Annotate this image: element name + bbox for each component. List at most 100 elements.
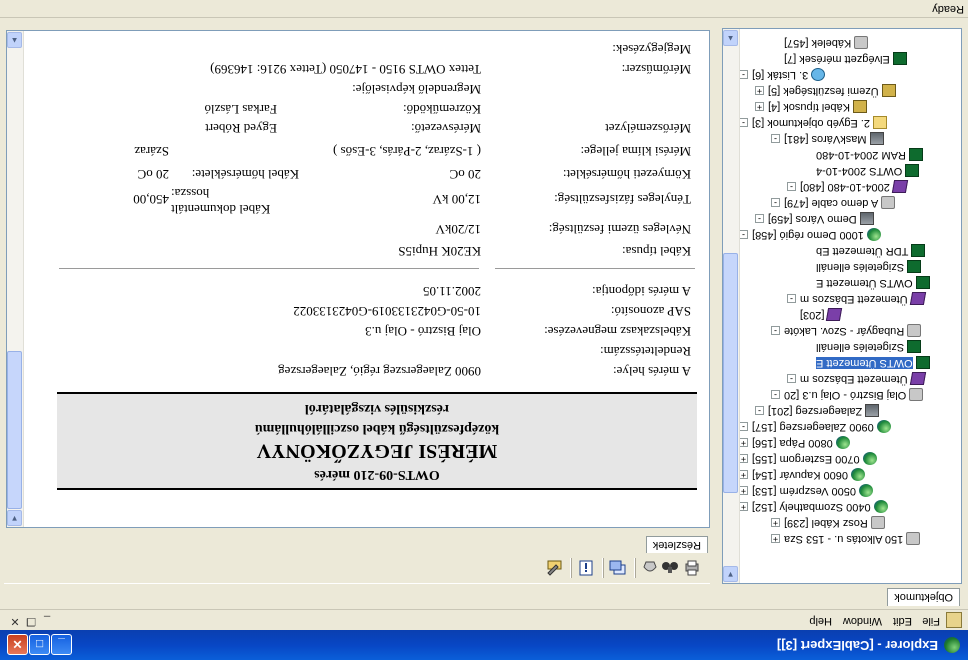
- measurement-id: OWTS-09-210 mérés: [314, 467, 440, 482]
- title-bar[interactable]: Explorer - [CablExpert [3]] _ □ ✕: [0, 630, 968, 660]
- doc-scroll-thumb[interactable]: [7, 351, 22, 509]
- menu-window[interactable]: Window: [843, 615, 882, 627]
- expand-icon[interactable]: +: [755, 86, 764, 96]
- collapse-icon[interactable]: -: [771, 390, 780, 400]
- collapse-icon[interactable]: -: [787, 294, 796, 304]
- scroll-up-button[interactable]: ▲: [723, 30, 738, 46]
- app-window: Explorer - [CablExpert [3]] _ □ ✕ File E…: [0, 0, 968, 660]
- tree-item[interactable]: +0800 Pápa [156]: [739, 435, 850, 451]
- scroll-thumb[interactable]: [723, 253, 738, 493]
- expand-icon[interactable]: +: [739, 438, 748, 448]
- expand-icon[interactable]: +: [755, 102, 764, 112]
- doc-scroll-down-button[interactable]: ▼: [7, 510, 22, 526]
- tree-item-label: Demo Város [459]: [768, 213, 857, 225]
- menu-help[interactable]: Help: [809, 615, 832, 627]
- protocol-subtitle-2: részkisülés vizsgálatáról: [304, 401, 450, 416]
- maximize-button[interactable]: □: [29, 634, 50, 655]
- tree-item[interactable]: - Demo Város [459]: [755, 211, 874, 227]
- expand-icon[interactable]: +: [739, 502, 748, 512]
- toolbar: [4, 553, 710, 584]
- minimize-button[interactable]: _: [51, 634, 72, 655]
- tree-item-label: 2. Egyéb objektumok [3]: [752, 117, 871, 129]
- tree-item[interactable]: - Ütemezett Ebászos m: [787, 291, 926, 307]
- tree-item[interactable]: +0700 Esztergom [155]: [739, 451, 877, 467]
- tree-item[interactable]: - Ütemezett Ebászos m: [787, 371, 926, 387]
- protocol-title: MÉRÉSI JEGYZŐKÖNYV: [256, 440, 498, 462]
- collapse-icon[interactable]: -: [755, 214, 764, 224]
- collapse-icon[interactable]: -: [739, 230, 748, 240]
- tree-item[interactable]: -3. Listák [6]: [739, 67, 826, 83]
- doc-minimize-button[interactable]: _: [40, 614, 54, 628]
- book-icon: [891, 180, 909, 194]
- tree-item[interactable]: -A demo cable [479]: [771, 195, 896, 211]
- tree-item[interactable]: +150 Alkotás u. - 153 Sza: [771, 531, 921, 547]
- instrument-value: Tettex OWTS 9150 - 147050 (Tettex 9216: …: [210, 62, 481, 77]
- close-button[interactable]: ✕: [7, 634, 28, 655]
- doc-scroll-up-button[interactable]: ▲: [7, 32, 22, 48]
- tree-item[interactable]: - MaskVáros [481]: [771, 131, 884, 147]
- document-icon[interactable]: [946, 612, 962, 628]
- collapse-icon[interactable]: -: [771, 198, 780, 208]
- document-scrollbar[interactable]: ▲ ▼: [7, 31, 24, 527]
- doc-close-button[interactable]: ✕: [8, 614, 22, 628]
- binoculars-icon[interactable]: [660, 558, 680, 578]
- climate-value: ( 1-Száraz, 2-Párás, 3-Esős ): [332, 144, 481, 159]
- tree-item-label: 3. Listák [6]: [752, 69, 809, 81]
- tree-item[interactable]: -2. Egyéb objektumok [3]: [739, 115, 888, 131]
- tree-item[interactable]: -1000 Demo régió [458]: [739, 227, 881, 243]
- expand-icon[interactable]: +: [739, 486, 748, 496]
- tree-item[interactable]: Szigetelés ellenáll: [816, 339, 922, 355]
- cable-length-value: 450,00: [133, 192, 169, 207]
- collapse-icon[interactable]: -: [771, 134, 780, 144]
- tree-item[interactable]: - Zalaegerszeg [201]: [755, 403, 880, 419]
- print-icon[interactable]: [682, 558, 702, 578]
- menu-edit[interactable]: Edit: [893, 615, 912, 627]
- globe-icon: [851, 468, 866, 482]
- cable-icon: [881, 196, 896, 210]
- tree-item[interactable]: +0400 Szombathely [152]: [739, 499, 888, 515]
- tree-item[interactable]: Elvégzett mérések [7]: [784, 51, 907, 67]
- tree-item[interactable]: -0900 Zalaegerszeg [157]: [739, 419, 891, 435]
- hand-icon[interactable]: [640, 558, 660, 578]
- tree-item[interactable]: OWTS Ütemezett E: [816, 355, 930, 371]
- tree-item[interactable]: TDR Ütemezett Eb: [816, 243, 926, 259]
- window-icon[interactable]: [608, 558, 628, 578]
- tree-item[interactable]: Kábelek [457]: [784, 35, 869, 51]
- tree-item[interactable]: +0500 Veszprém [153]: [739, 483, 873, 499]
- tree-item[interactable]: Szigetelés ellenáll: [816, 259, 922, 275]
- tree-item[interactable]: RAM 2004-10-480: [816, 147, 923, 163]
- collapse-icon[interactable]: -: [755, 406, 764, 416]
- tree-item[interactable]: OWTS 2004-10-4: [816, 163, 920, 179]
- collapse-icon[interactable]: -: [739, 70, 748, 80]
- protocol-header: OWTS-09-210 mérés MÉRÉSI JEGYZŐKÖNYV köz…: [57, 392, 697, 490]
- tree-item[interactable]: -2004-10-480 [480]: [787, 179, 909, 195]
- collapse-icon[interactable]: -: [739, 118, 748, 128]
- tree-item[interactable]: OWTS Ütemezett E: [816, 275, 930, 291]
- doc-restore-button[interactable]: ❐: [24, 614, 38, 628]
- expand-icon[interactable]: +: [739, 454, 748, 464]
- expand-icon[interactable]: +: [771, 518, 780, 528]
- collapse-icon[interactable]: -: [787, 374, 796, 384]
- expand-icon[interactable]: +: [771, 534, 780, 544]
- tree-item[interactable]: +0600 Kapuvár [154]: [739, 467, 866, 483]
- tree-item[interactable]: - Rubagyár - Szov. Lakóte: [771, 323, 922, 339]
- expand-icon[interactable]: +: [739, 470, 748, 480]
- pane-splitter[interactable]: [712, 20, 716, 608]
- tab-objects[interactable]: Objektumok: [887, 588, 960, 606]
- tree-item[interactable]: + Üzemi feszültségek [5]: [755, 83, 896, 99]
- tree-item[interactable]: [203]: [800, 307, 843, 323]
- tab-details[interactable]: Részletek: [645, 536, 708, 554]
- collapse-icon[interactable]: -: [771, 326, 780, 336]
- tree-scrollbar[interactable]: ▲ ▼: [723, 29, 740, 583]
- tree-item-label: 0800 Pápa [156]: [752, 437, 833, 449]
- menu-file[interactable]: File: [922, 615, 940, 627]
- edit-icon[interactable]: [544, 558, 564, 578]
- tree-item[interactable]: - Olaj Bisztró - Olaj u.3 [20: [771, 387, 924, 403]
- collapse-icon[interactable]: -: [787, 182, 796, 192]
- collapse-icon[interactable]: -: [739, 422, 748, 432]
- tree-item[interactable]: + Rosz Kábel [239]: [771, 515, 885, 531]
- tree-item[interactable]: + Kábel típusok [4]: [755, 99, 867, 115]
- scroll-down-button[interactable]: ▼: [723, 566, 738, 582]
- object-tree[interactable]: Kábelek [457] Elvégzett mérések [7] -3. Li…: [722, 28, 962, 584]
- info-icon[interactable]: [576, 558, 596, 578]
